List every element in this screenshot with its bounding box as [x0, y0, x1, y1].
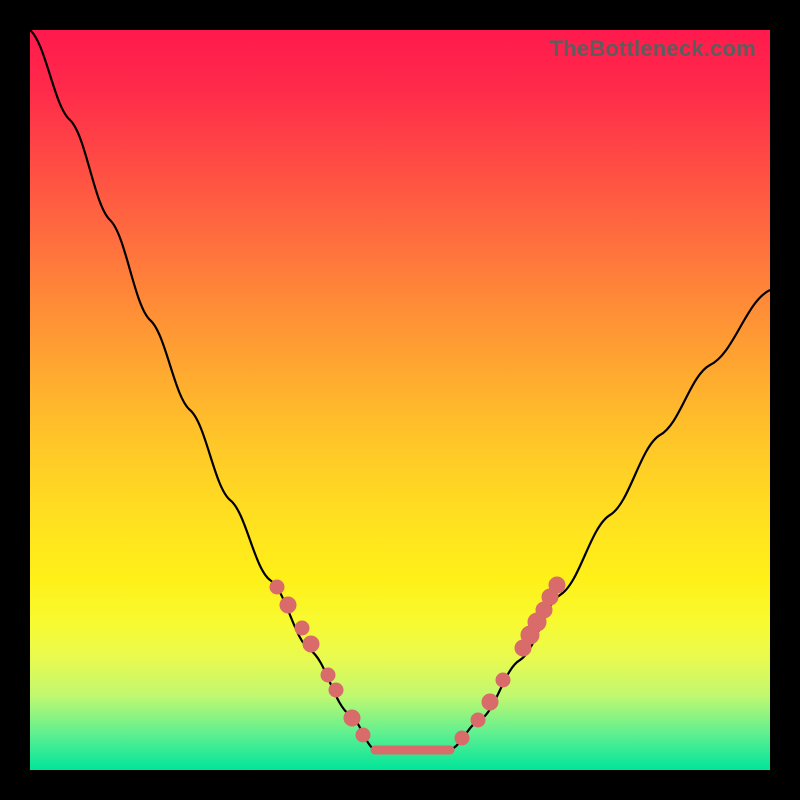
data-marker — [321, 668, 335, 682]
data-marker — [482, 694, 498, 710]
data-marker — [270, 580, 284, 594]
data-marker — [496, 673, 510, 687]
data-marker — [549, 577, 565, 593]
curve-right — [450, 290, 770, 750]
data-marker — [471, 713, 485, 727]
plot-area: TheBottleneck.com — [30, 30, 770, 770]
data-marker — [521, 626, 539, 644]
data-marker — [280, 597, 296, 613]
chart-svg — [30, 30, 770, 770]
data-marker — [528, 613, 546, 631]
chart-stage: TheBottleneck.com — [0, 0, 800, 800]
curve-group — [30, 30, 770, 750]
data-marker — [344, 710, 360, 726]
data-marker — [455, 731, 469, 745]
data-marker — [303, 636, 319, 652]
data-marker — [329, 683, 343, 697]
data-marker — [536, 602, 552, 618]
watermark-text: TheBottleneck.com — [550, 36, 756, 62]
data-marker — [515, 640, 531, 656]
data-marker — [295, 621, 309, 635]
curve-left — [30, 30, 375, 750]
markers-left — [270, 580, 370, 742]
data-marker — [542, 589, 558, 605]
markers-right — [455, 577, 565, 745]
data-marker — [356, 728, 370, 742]
